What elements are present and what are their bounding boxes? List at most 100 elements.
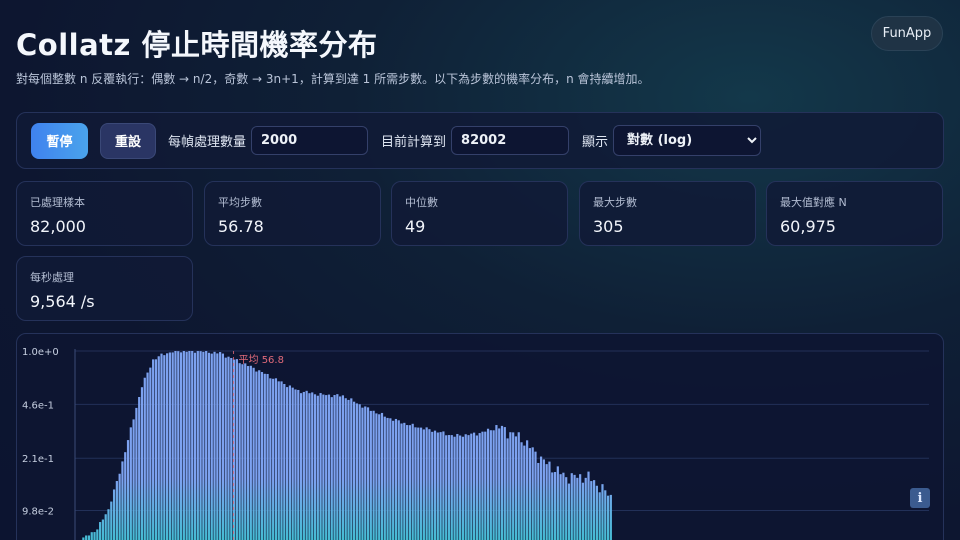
histogram-bar [246,366,250,540]
histogram-bar [199,351,202,540]
histogram-bar [609,494,612,540]
histogram-bar [291,387,294,540]
current-n-input[interactable] [451,126,570,155]
histogram-bar [154,359,158,540]
histogram-bar [263,373,266,540]
histogram-bar [132,419,135,540]
histogram-bar [595,485,598,540]
stat-label: 最大步數 [593,196,637,209]
histogram-bar [520,442,523,540]
histogram-bar [509,432,512,540]
stat-card-max-steps: 最大步數 305 [579,181,756,246]
histogram-bar [115,481,118,540]
histogram-bar [221,353,225,540]
histogram-bar [470,433,473,540]
histogram-bar [135,407,138,540]
histogram-bar [539,456,543,540]
histogram-bar [403,422,406,540]
histogram-bar [143,377,146,540]
histogram-bar [537,462,540,540]
histogram-bar [294,389,297,540]
histogram-bar [238,363,241,540]
histogram-bar [160,353,163,540]
histogram-bar [422,429,425,540]
histogram-bar [85,535,88,540]
histogram-bar [355,403,358,540]
histogram-bar [347,399,350,540]
stat-value: 56.78 [218,217,264,236]
histogram-bar [383,416,386,540]
histogram-bar [333,395,336,540]
histogram-bar [104,514,107,540]
histogram-bar [138,396,141,540]
histogram-bar [118,473,121,540]
histogram-bar [431,431,434,540]
histogram-bar [484,431,487,540]
histogram-bar [168,352,171,540]
reset-button[interactable]: 重設 [100,122,156,159]
histogram-bar [606,495,610,540]
histogram-bar [456,433,459,540]
histogram-bar [280,381,283,540]
histogram-bar [241,364,244,540]
stat-value: 82,000 [30,217,86,236]
histogram-bar [230,357,233,540]
histogram-bar [598,492,601,540]
histogram-bar [146,372,149,540]
stat-value: 305 [593,217,624,236]
histogram-bar [149,367,152,540]
histogram-bar [163,355,166,540]
stat-card-rate: 每秒處理 9,564 /s [16,256,193,321]
histogram-bar [500,425,504,540]
histogram-bar [526,440,529,540]
histogram-bar [406,425,409,540]
histogram-bar [182,351,185,540]
histogram-bar [486,428,490,540]
histogram-bar [579,474,582,540]
pause-button[interactable]: 暫停 [31,122,88,159]
histogram-bar [330,397,333,540]
histogram-bar [219,352,222,540]
histogram-bar [316,395,319,540]
histogram-bar [445,435,448,540]
histogram-bar [174,351,177,540]
histogram-bar [545,464,548,540]
display-mode-select[interactable]: 對數 (log) [613,125,762,156]
histogram-bar [447,435,451,540]
histogram-bar [523,445,526,540]
histogram-bar [171,352,174,540]
histogram-bar [408,425,412,540]
histogram-bar [255,371,258,540]
histogram-bar [531,447,534,540]
histogram-bar [576,477,579,540]
histogram-bar [325,395,328,540]
histogram-bar [450,435,453,540]
histogram-bar [322,394,325,540]
histogram-bar [274,378,278,540]
histogram-bar [305,390,308,540]
histogram-bar [584,477,587,540]
histogram-bar [101,519,105,540]
histogram-bar [478,433,481,540]
display-mode-label: 顯示 [582,135,609,150]
histogram-bar [361,407,364,540]
stat-value: 49 [405,217,426,236]
info-icon[interactable]: i [910,488,930,508]
histogram-bar [227,356,230,540]
histogram-bar [559,474,562,540]
histogram-bar [581,482,585,540]
histogram-bar [514,436,518,540]
histogram-bar [590,481,593,540]
histogram-bar [542,459,545,540]
batch-size-input[interactable] [251,126,369,155]
histogram-bar [165,353,169,540]
stat-value: 60,975 [780,217,836,236]
histogram-bar [425,427,428,540]
funapp-button[interactable]: FunApp [871,16,943,51]
histogram-bar [481,431,484,540]
histogram-bar [96,529,99,540]
histogram-bar [288,385,291,540]
histogram-bar [252,367,255,540]
histogram-bar [459,435,462,540]
histogram-bar [378,414,381,540]
